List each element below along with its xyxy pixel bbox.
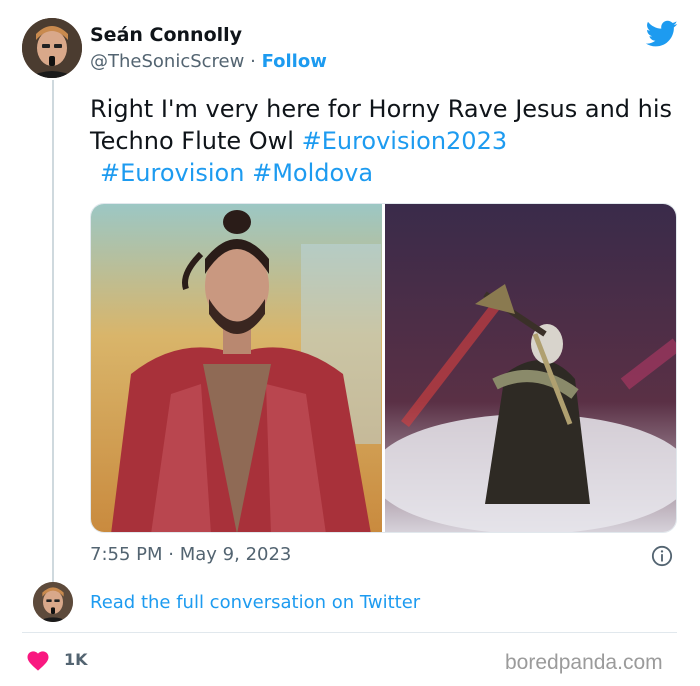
author-handle-row: @TheSonicScrew · Follow <box>90 51 327 72</box>
author-name[interactable]: Seán Connolly <box>90 24 242 46</box>
info-icon[interactable] <box>651 545 673 567</box>
author-avatar[interactable] <box>22 18 82 78</box>
hashtag-link[interactable]: #Eurovision2023 <box>302 127 508 155</box>
site-watermark: boredpanda.com <box>505 651 663 674</box>
handle-separator: · <box>250 51 256 72</box>
tweet-text: Right I'm very here for Horny Rave Jesus… <box>90 93 680 189</box>
follow-button[interactable]: Follow <box>262 51 327 72</box>
tweet-date: May 9, 2023 <box>179 544 292 565</box>
tweet-media[interactable] <box>90 203 677 533</box>
media-photo-left[interactable] <box>91 204 382 532</box>
twitter-bird-icon[interactable] <box>646 20 678 48</box>
footer-divider <box>22 632 677 633</box>
timestamp-separator: · <box>168 544 174 565</box>
read-conversation-link[interactable]: Read the full conversation on Twitter <box>90 592 420 613</box>
media-photo-right[interactable] <box>385 204 676 532</box>
hashtag-link[interactable]: #Eurovision <box>100 159 244 187</box>
heart-icon[interactable] <box>26 649 50 671</box>
like-count: 1K <box>64 650 88 669</box>
author-handle[interactable]: @TheSonicScrew <box>90 51 244 72</box>
tweet-time: 7:55 PM <box>90 544 163 565</box>
tweet-timestamp[interactable]: 7:55 PM · May 9, 2023 <box>90 544 291 565</box>
reply-avatar[interactable] <box>33 582 73 622</box>
thread-line <box>52 80 54 582</box>
hashtag-link[interactable]: #Moldova <box>252 159 373 187</box>
